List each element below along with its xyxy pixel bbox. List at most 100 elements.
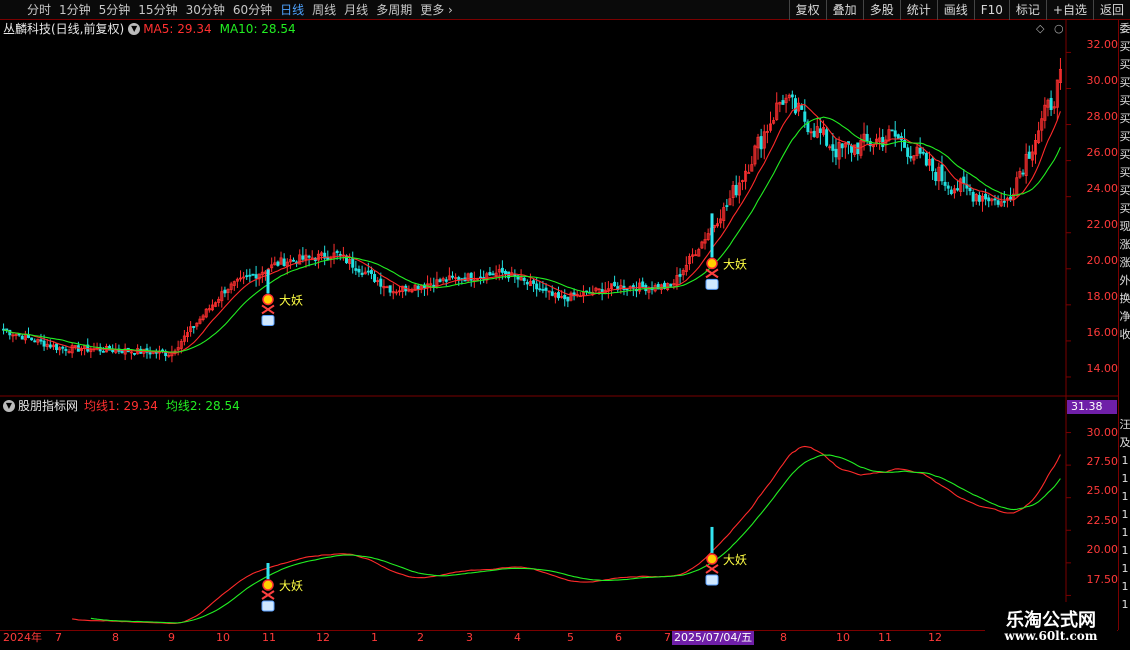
side-panel-char: 1 bbox=[1121, 544, 1129, 557]
candle-body bbox=[781, 100, 785, 105]
candle-body bbox=[292, 259, 295, 262]
signal-main-bar bbox=[266, 269, 270, 294]
candle-body bbox=[984, 193, 988, 200]
back-button[interactable]: 返回 bbox=[1092, 0, 1130, 20]
candle-body bbox=[803, 111, 807, 122]
signal-main-house-icon bbox=[261, 314, 275, 326]
quote-side-panel[interactable]: 委买买买买买买买买买买现涨涨外换净收汪及111111111 bbox=[1118, 20, 1130, 630]
tab-timeframe-0[interactable]: 分时 bbox=[0, 0, 55, 20]
candle-body bbox=[282, 258, 286, 267]
stock-title[interactable]: 丛麟科技(日线,前复权) bbox=[0, 21, 124, 37]
date-label: 7 bbox=[55, 631, 62, 644]
date-label: 2024年 bbox=[3, 631, 42, 644]
candle-body bbox=[354, 268, 358, 271]
date-label: 10 bbox=[216, 631, 230, 644]
tab-timeframe-7[interactable]: 周线 bbox=[308, 0, 340, 20]
tab-timeframe-8[interactable]: 月线 bbox=[340, 0, 372, 20]
candle-body bbox=[790, 94, 794, 98]
tab-timeframe-5[interactable]: 60分钟 bbox=[229, 0, 276, 20]
add-watchlist-button[interactable]: +自选 bbox=[1045, 0, 1093, 20]
indicator-axis-label: 27.50 bbox=[1086, 455, 1119, 468]
diamond-icon[interactable]: ◇ bbox=[1036, 22, 1044, 35]
candle-body bbox=[949, 189, 953, 194]
mark-button[interactable]: 标记 bbox=[1008, 0, 1046, 20]
watermark-logo: 乐淘公式网 www.60lt.com bbox=[985, 602, 1117, 646]
multi-stock-button[interactable]: 多股 bbox=[862, 0, 900, 20]
indicator-line-2 bbox=[90, 454, 1061, 624]
candle-body bbox=[541, 289, 545, 291]
candle-body bbox=[669, 283, 673, 287]
signal-main-house-icon bbox=[705, 278, 719, 290]
indicator-axis-label: 30.00 bbox=[1086, 426, 1119, 439]
tab-timeframe-9[interactable]: 多周期 bbox=[372, 0, 416, 20]
signal-sub-cross-icon bbox=[705, 564, 719, 574]
more-timeframes-button[interactable]: 更多 › bbox=[416, 0, 457, 20]
price-axis-label: 24.00 bbox=[1086, 182, 1119, 195]
price-axis-label: 18.00 bbox=[1086, 290, 1119, 303]
tab-timeframe-2[interactable]: 5分钟 bbox=[95, 0, 135, 20]
side-panel-char: 委 bbox=[1119, 22, 1130, 35]
candle-body bbox=[251, 273, 255, 276]
side-panel-char: 1 bbox=[1121, 580, 1129, 593]
candle-body bbox=[946, 185, 950, 189]
signal-main-bar bbox=[710, 213, 714, 258]
indicator-axis-label: 25.00 bbox=[1086, 484, 1119, 497]
chevron-down-icon[interactable]: ▼ bbox=[128, 23, 141, 35]
candle-body bbox=[563, 294, 567, 300]
side-panel-char: 汪 bbox=[1119, 418, 1130, 431]
candle-body bbox=[133, 352, 136, 355]
period-toolbar: 分时 1分钟 5分钟 15分钟 30分钟 60分钟 日线 周线 月线 多周期 更… bbox=[0, 0, 1130, 20]
candle-body bbox=[678, 274, 682, 277]
candle-body bbox=[479, 276, 483, 279]
tab-timeframe-3[interactable]: 15分钟 bbox=[134, 0, 181, 20]
candle-body bbox=[793, 98, 797, 114]
candle-body bbox=[831, 144, 835, 151]
candle-body bbox=[491, 273, 495, 276]
candle-body bbox=[451, 275, 454, 278]
candle-body bbox=[996, 200, 1000, 205]
indicator-line-1 bbox=[72, 445, 1061, 624]
date-label: 6 bbox=[615, 631, 622, 644]
candle-body bbox=[825, 129, 829, 146]
draw-line-button[interactable]: 画线 bbox=[936, 0, 974, 20]
signal-sub-label: 大妖 bbox=[279, 579, 303, 593]
f10-button[interactable]: F10 bbox=[973, 0, 1009, 20]
indicator-title[interactable]: 股朋指标网 bbox=[18, 398, 78, 414]
indicator-axis-label: 22.50 bbox=[1086, 514, 1119, 527]
side-panel-char: 买 bbox=[1119, 76, 1130, 89]
candle-body bbox=[993, 198, 997, 201]
date-label: 11 bbox=[878, 631, 892, 644]
side-panel-char: 及 bbox=[1119, 436, 1130, 449]
date-label: 12 bbox=[928, 631, 942, 644]
tab-timeframe-4[interactable]: 30分钟 bbox=[182, 0, 229, 20]
candle-body bbox=[345, 255, 348, 264]
more-label: 更多 bbox=[420, 2, 445, 17]
signal-main-label: 大妖 bbox=[723, 257, 747, 271]
candle-body bbox=[301, 255, 305, 260]
candle-body bbox=[64, 349, 68, 351]
overlay-button[interactable]: 叠加 bbox=[825, 0, 863, 20]
tab-timeframe-daily[interactable]: 日线 bbox=[276, 0, 308, 20]
chevron-down-icon[interactable]: ▼ bbox=[3, 400, 15, 412]
tab-timeframe-1[interactable]: 1分钟 bbox=[55, 0, 95, 20]
date-label: 9 bbox=[168, 631, 175, 644]
side-panel-char: 买 bbox=[1119, 184, 1130, 197]
candle-body bbox=[906, 147, 910, 157]
candle-body bbox=[42, 340, 46, 347]
adjust-button[interactable]: 复权 bbox=[788, 0, 826, 20]
candle-body bbox=[360, 272, 364, 275]
candle-body bbox=[834, 148, 838, 158]
settings-dot-icon[interactable]: ○ bbox=[1054, 22, 1064, 35]
candle-body bbox=[357, 268, 361, 273]
candle-body bbox=[148, 352, 152, 355]
candle-body bbox=[379, 278, 383, 287]
candle-body bbox=[934, 172, 938, 181]
signal-sub-house-icon bbox=[705, 574, 719, 586]
candle-body bbox=[39, 339, 43, 342]
candle-body bbox=[223, 289, 227, 294]
candle-body bbox=[248, 274, 252, 277]
chart-canvas[interactable]: 大妖大妖大妖大妖 bbox=[0, 0, 1130, 650]
date-label: 12 bbox=[316, 631, 330, 644]
statistics-button[interactable]: 统计 bbox=[899, 0, 937, 20]
candle-body bbox=[550, 291, 554, 296]
